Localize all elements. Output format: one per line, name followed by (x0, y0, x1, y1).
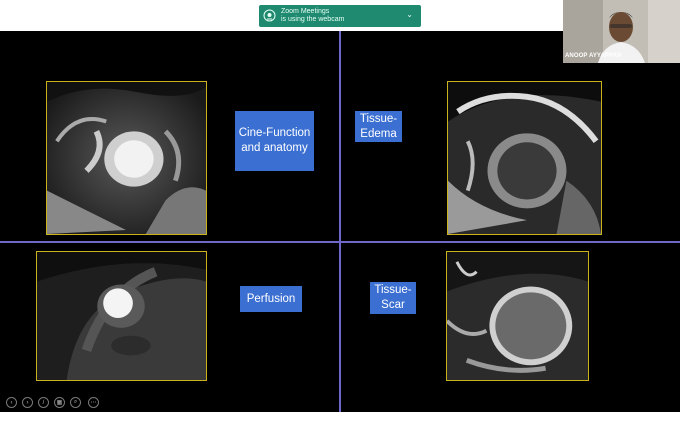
webcam-video-thumbnail: ANOOP AYYAPPAN (563, 0, 680, 63)
vertical-divider (339, 31, 341, 412)
label-tissue-scar: Tissue-Scar (370, 282, 416, 314)
chevron-down-icon[interactable]: ⌄ (406, 11, 413, 19)
see-all-slides-button[interactable]: ▦ (54, 397, 65, 408)
presentation-slide: Cine-Function and anatomy Tissue-Edema P… (0, 31, 680, 412)
slides-icon: ▦ (56, 400, 63, 406)
mri-edema-image (447, 81, 602, 235)
zoom-icon: ⌕ (73, 399, 78, 405)
notification-title: Zoom Meetings (281, 8, 330, 15)
webcam-icon (263, 9, 276, 22)
more-icon: ⋯ (90, 400, 97, 406)
mri-scar-image (446, 251, 589, 381)
more-options-button[interactable]: ⋯ (88, 397, 99, 408)
zoom-slide-button[interactable]: ⌕ (70, 397, 81, 408)
label-perfusion: Perfusion (240, 286, 302, 312)
webcam-in-use-notification[interactable]: Zoom Meetings is using the webcam ⌄ (259, 5, 421, 27)
previous-icon: ‹ (10, 399, 13, 406)
previous-slide-button[interactable]: ‹ (6, 397, 17, 408)
mri-perfusion-image (36, 251, 207, 381)
label-tissue-edema: Tissue-Edema (355, 111, 402, 142)
mri-cine-image (46, 81, 207, 235)
pen-tool-button[interactable]: / (38, 397, 49, 408)
pen-icon: / (42, 399, 45, 406)
label-cine-function-anatomy: Cine-Function and anatomy (235, 111, 314, 171)
notification-subtitle: is using the webcam (281, 16, 345, 23)
next-slide-button[interactable]: › (22, 397, 33, 408)
next-icon: › (26, 399, 29, 406)
participant-name: ANOOP AYYAPPAN (565, 53, 622, 59)
horizontal-divider (0, 241, 680, 243)
